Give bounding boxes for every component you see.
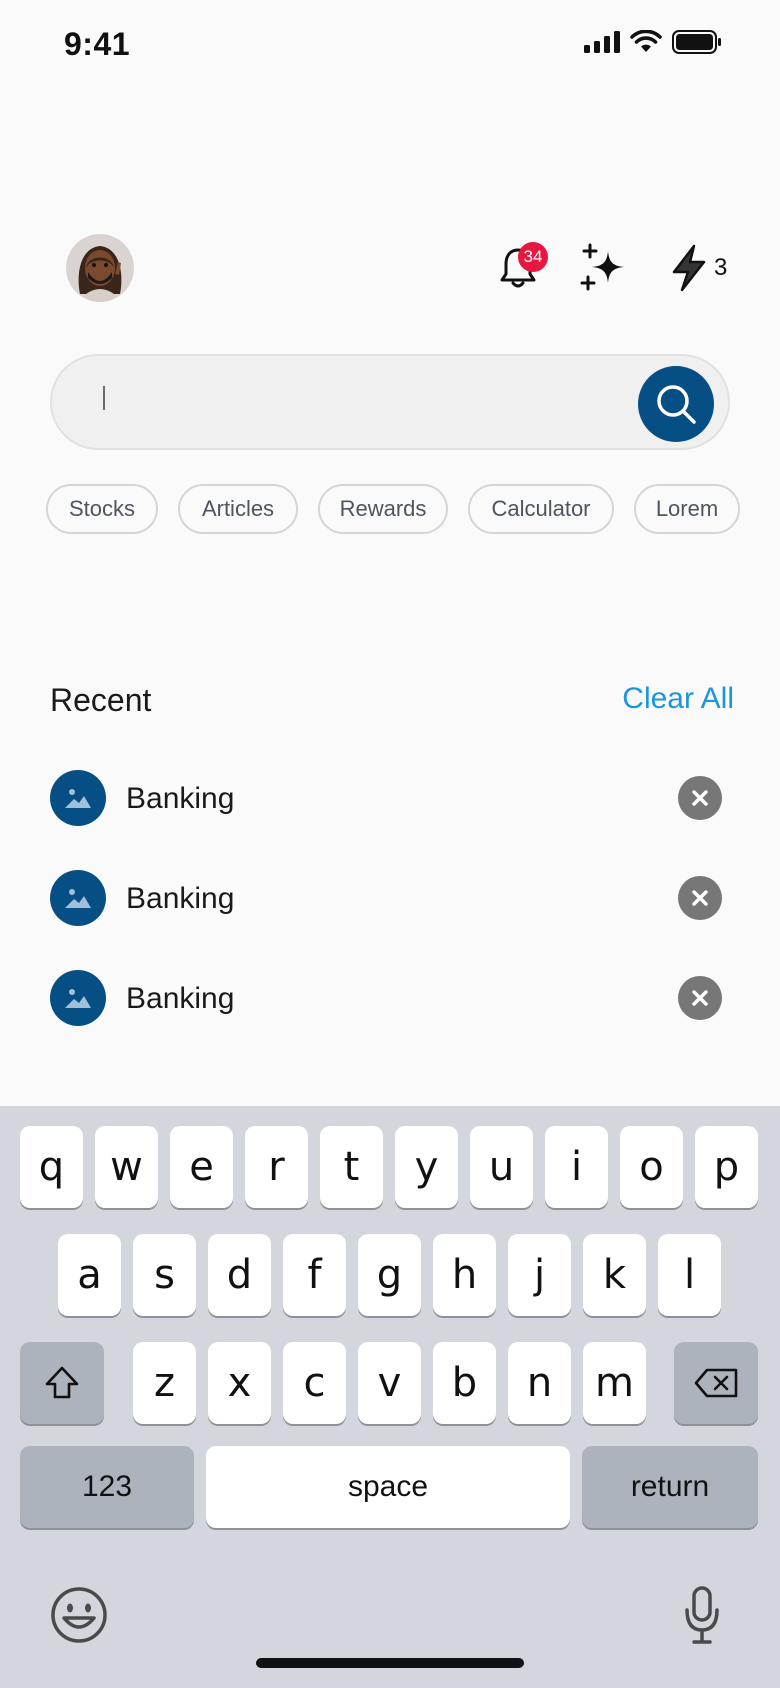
search-button[interactable] [638,366,714,442]
image-placeholder-icon [50,770,106,826]
bolt-count: 3 [714,254,728,281]
clear-all-button[interactable]: Clear All [622,682,734,716]
sparkles-icon [580,243,624,291]
key-q[interactable]: q [20,1126,83,1208]
key-b[interactable]: b [433,1342,496,1424]
dictation-key[interactable] [684,1586,720,1646]
key-s[interactable]: s [133,1234,196,1316]
key-c[interactable]: c [283,1342,346,1424]
cellular-signal-icon [584,31,620,53]
key-o[interactable]: o [620,1126,683,1208]
key-r[interactable]: r [245,1126,308,1208]
chip-articles[interactable]: Articles [178,484,298,534]
key-a[interactable]: a [58,1234,121,1316]
remove-recent-button[interactable] [678,976,722,1020]
recent-item-label: Banking [126,982,235,1015]
search-bar [50,354,730,450]
return-key[interactable]: return [582,1446,758,1528]
key-m[interactable]: m [583,1342,646,1424]
key-u[interactable]: u [470,1126,533,1208]
key-w[interactable]: w [95,1126,158,1208]
key-f[interactable]: f [283,1234,346,1316]
recent-item-label: Banking [126,882,235,915]
backspace-icon [694,1368,738,1398]
remove-recent-button[interactable] [678,776,722,820]
keyboard: q w e r t y u i o p a s d f g h j k l z … [0,1106,780,1688]
shift-key[interactable] [20,1342,104,1424]
key-l[interactable]: l [658,1234,721,1316]
close-icon [692,990,708,1006]
header-row: 34 3 [0,234,780,306]
image-placeholder-icon [50,870,106,926]
key-j[interactable]: j [508,1234,571,1316]
key-t[interactable]: t [320,1126,383,1208]
key-e[interactable]: e [170,1126,233,1208]
chip-lorem[interactable]: Lorem [634,484,740,534]
recent-item[interactable]: Banking [50,870,730,930]
backspace-key[interactable] [674,1342,758,1424]
wifi-icon [630,30,662,52]
image-placeholder-icon [50,970,106,1026]
lightning-bolt-icon [672,244,706,292]
key-p[interactable]: p [695,1126,758,1208]
key-x[interactable]: x [208,1342,271,1424]
key-y[interactable]: y [395,1126,458,1208]
key-k[interactable]: k [583,1234,646,1316]
notification-badge: 34 [518,242,548,272]
chip-stocks[interactable]: Stocks [46,484,158,534]
chip-calculator[interactable]: Calculator [468,484,614,534]
microphone-icon [685,1586,719,1644]
key-g[interactable]: g [358,1234,421,1316]
chip-rewards[interactable]: Rewards [318,484,448,534]
close-icon [692,890,708,906]
status-time: 9:41 [64,26,131,62]
recent-item-label: Banking [126,782,235,815]
notifications-button[interactable]: 34 [498,240,554,296]
space-key[interactable]: space [206,1446,570,1528]
key-v[interactable]: v [358,1342,421,1424]
search-input[interactable] [98,378,618,426]
bolt-button[interactable]: 3 [668,240,738,296]
memoji-avatar-icon [78,246,122,302]
text-caret [103,386,105,410]
recent-item[interactable]: Banking [50,970,730,1030]
status-bar: 9:41 [0,0,780,92]
key-i[interactable]: i [545,1126,608,1208]
key-h[interactable]: h [433,1234,496,1316]
emoji-key[interactable] [50,1586,108,1644]
recent-item[interactable]: Banking [50,770,730,830]
key-d[interactable]: d [208,1234,271,1316]
search-icon [657,385,696,424]
key-z[interactable]: z [133,1342,196,1424]
emoji-icon [51,1587,107,1643]
avatar[interactable] [66,234,134,302]
numbers-key[interactable]: 123 [20,1446,194,1528]
battery-icon [672,30,721,54]
filter-chips: Stocks Articles Rewards Calculator Lorem [46,484,746,534]
status-icons [584,30,722,54]
key-n[interactable]: n [508,1342,571,1424]
remove-recent-button[interactable] [678,876,722,920]
shift-icon [45,1366,79,1399]
close-icon [692,790,708,806]
ai-sparkles-button[interactable] [580,240,636,296]
home-indicator [256,1658,524,1668]
recent-title: Recent [50,682,152,718]
